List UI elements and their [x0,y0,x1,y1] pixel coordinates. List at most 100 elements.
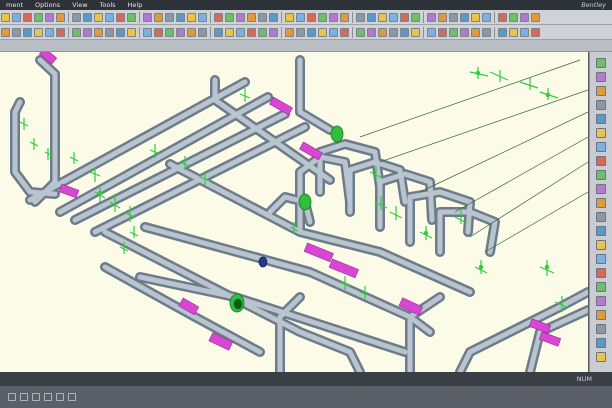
rotate-icon[interactable] [23,27,32,37]
pipe-icon[interactable] [596,72,606,82]
undo-icon[interactable] [34,12,43,22]
flange-icon[interactable] [105,27,114,37]
elbow-icon[interactable] [596,86,606,96]
open-icon[interactable] [187,27,196,37]
zoom-icon[interactable] [1,27,10,37]
elbow-icon[interactable] [356,27,365,37]
tee-icon[interactable] [427,12,436,22]
fit-view-icon[interactable] [318,27,327,37]
tee-icon[interactable] [367,27,376,37]
measure-icon[interactable] [187,12,196,22]
valve-icon[interactable] [378,27,387,37]
settings-icon[interactable] [198,27,207,37]
paste-icon[interactable] [531,27,540,37]
elbow-icon[interactable] [72,27,81,37]
grid-icon[interactable] [32,393,40,401]
lock-icon[interactable] [56,393,64,401]
render-icon[interactable] [154,27,163,37]
copy-icon[interactable] [296,12,305,22]
help-icon[interactable] [498,27,507,37]
copy-icon[interactable] [520,27,529,37]
layer-icon[interactable] [45,27,54,37]
valve-icon[interactable] [438,12,447,22]
support-icon[interactable] [460,12,469,22]
open-icon[interactable] [596,226,606,236]
save-icon[interactable] [460,27,469,37]
view-icon[interactable] [8,393,16,401]
select-icon[interactable] [1,12,10,22]
elbow-icon[interactable] [411,12,420,22]
pan-icon[interactable] [12,27,21,37]
pan-icon[interactable] [596,352,606,362]
pan-icon[interactable] [356,12,365,22]
render-icon[interactable] [596,184,606,194]
rotate-icon[interactable] [83,12,92,22]
render-icon[interactable] [498,12,507,22]
pan-icon[interactable] [72,12,81,22]
render-icon[interactable] [214,12,223,22]
layer-icon[interactable] [596,58,606,68]
pan-icon[interactable] [296,27,305,37]
zoom-icon[interactable] [596,338,606,348]
redo-icon[interactable] [329,12,338,22]
fit-view-icon[interactable] [34,27,43,37]
measure-icon[interactable] [127,27,136,37]
print-icon[interactable] [509,12,518,22]
menu-item-help[interactable]: Help [122,1,149,9]
pipe-icon[interactable] [340,27,349,37]
undo-icon[interactable] [596,310,606,320]
print-icon[interactable] [225,12,234,22]
help-icon[interactable] [214,27,223,37]
layer-icon[interactable] [105,12,114,22]
save-icon[interactable] [596,212,606,222]
settings-icon[interactable] [258,12,267,22]
measure-icon[interactable] [471,12,480,22]
flange-icon[interactable] [165,12,174,22]
paste-icon[interactable] [596,296,606,306]
ortho-icon[interactable] [44,393,52,401]
section-icon[interactable] [596,170,606,180]
measure-icon[interactable] [411,27,420,37]
undo-icon[interactable] [318,12,327,22]
paste-icon[interactable] [307,12,316,22]
undo-icon[interactable] [258,27,267,37]
menu-item-options[interactable]: Options [29,1,66,9]
copy-icon[interactable] [12,12,21,22]
pipe-icon[interactable] [400,12,409,22]
menu-item-tools[interactable]: Tools [94,1,122,9]
section-icon[interactable] [198,12,207,22]
valve-icon[interactable] [94,27,103,37]
fit-view-icon[interactable] [378,12,387,22]
tee-icon[interactable] [596,100,606,110]
menu-item-document[interactable]: ment [0,1,29,9]
select-icon[interactable] [596,268,606,278]
open-icon[interactable] [247,12,256,22]
redo-icon[interactable] [45,12,54,22]
print-icon[interactable] [596,198,606,208]
elbow-icon[interactable] [127,12,136,22]
print-icon[interactable] [449,27,458,37]
menu-item-view[interactable]: View [66,1,93,9]
tee-icon[interactable] [143,12,152,22]
pipe-icon[interactable] [56,27,65,37]
support-icon[interactable] [400,27,409,37]
save-icon[interactable] [520,12,529,22]
rotate-icon[interactable] [307,27,316,37]
select-icon[interactable] [285,12,294,22]
zoom-icon[interactable] [56,12,65,22]
render-icon[interactable] [438,27,447,37]
copy-icon[interactable] [236,27,245,37]
snap-icon[interactable] [20,393,28,401]
zoom-icon[interactable] [285,27,294,37]
measure-icon[interactable] [596,156,606,166]
layer-icon[interactable] [389,12,398,22]
layer-icon[interactable] [329,27,338,37]
help-icon[interactable] [269,12,278,22]
flange-icon[interactable] [596,128,606,138]
piping-model-canvas[interactable] [0,52,588,372]
open-icon[interactable] [471,27,480,37]
support-icon[interactable] [116,27,125,37]
tee-icon[interactable] [83,27,92,37]
section-icon[interactable] [143,27,152,37]
valve-icon[interactable] [154,12,163,22]
